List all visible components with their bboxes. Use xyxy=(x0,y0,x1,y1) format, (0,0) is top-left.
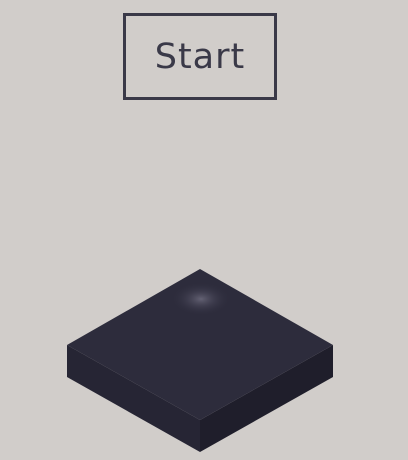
game-stage[interactable]: Start xyxy=(0,0,408,460)
base-tile xyxy=(67,269,333,452)
tile-glow xyxy=(171,282,231,316)
